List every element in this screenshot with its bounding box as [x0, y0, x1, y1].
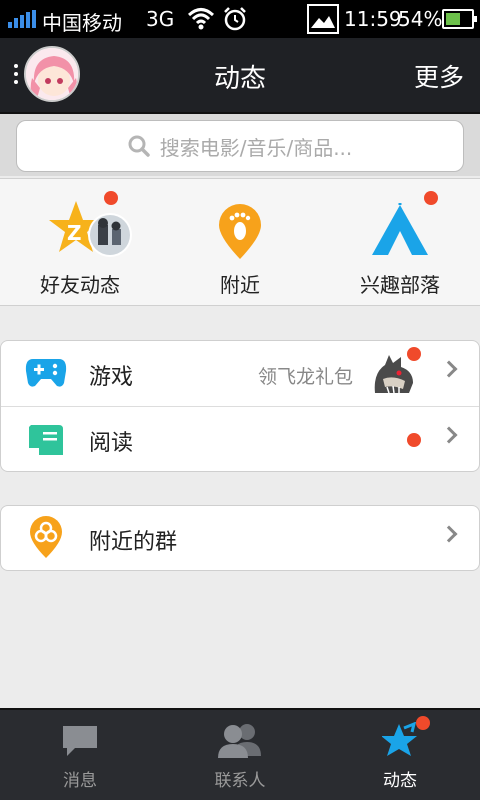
list-group-discover: 游戏 领飞龙礼包 阅读 — [0, 340, 480, 472]
more-button[interactable]: 更多 — [414, 58, 464, 94]
tab-feed[interactable]: 动态 — [320, 710, 480, 800]
gamepad-icon — [25, 359, 67, 387]
list-item-label: 游戏 — [89, 365, 134, 390]
battery-icon — [442, 9, 477, 29]
star-tab-icon — [382, 722, 417, 756]
network-type: 3G — [146, 7, 175, 31]
alarm-icon — [224, 7, 246, 31]
tab-messages[interactable]: 消息 — [0, 710, 160, 800]
quick-action-label: 附近 — [220, 273, 260, 297]
chat-bubble-icon — [63, 726, 97, 756]
game-promo-text: 领飞龙礼包 — [257, 366, 353, 388]
list-item-label: 阅读 — [89, 431, 134, 456]
list-item-games[interactable]: 游戏 领飞龙礼包 — [1, 341, 479, 405]
quick-action-label: 兴趣部落 — [360, 273, 440, 297]
chevron-right-icon — [440, 360, 458, 378]
status-bar: 中国移动 3G 11:59 54% — [0, 0, 480, 38]
search-placeholder: 搜索电影/音乐/商品... — [159, 135, 353, 160]
svg-text:Z: Z — [67, 221, 82, 245]
quick-action-nearby[interactable]: 附近 — [160, 179, 320, 307]
carrier-name: 中国移动 — [42, 11, 122, 35]
image-notification-icon — [307, 4, 339, 34]
badge-dot — [104, 191, 118, 205]
qzone-star-icon: Z — [49, 201, 132, 257]
tab-label: 动态 — [383, 771, 417, 791]
badge-dot — [424, 191, 438, 205]
tab-label: 消息 — [63, 771, 97, 791]
search-icon — [128, 135, 150, 157]
list-item-label: 附近的群 — [89, 530, 178, 555]
list-item-nearby-groups[interactable]: 附近的群 — [1, 506, 479, 570]
quick-actions: Z 好友动态 附近 兴趣部落 — [0, 178, 480, 306]
group-pin-icon — [30, 516, 62, 558]
tab-label: 联系人 — [214, 771, 266, 791]
badge-dot — [416, 716, 430, 730]
badge-dot — [407, 347, 421, 361]
chevron-right-icon — [440, 426, 458, 444]
tab-contacts[interactable]: 联系人 — [160, 710, 320, 800]
battery-percent: 54% — [398, 7, 443, 31]
wifi-icon — [187, 8, 215, 30]
clock-time: 11:59 — [344, 7, 402, 31]
tent-icon — [372, 203, 428, 255]
search-input[interactable]: 搜索电影/音乐/商品... — [16, 120, 464, 172]
bottom-tab-bar: 消息 联系人 动态 — [0, 708, 480, 800]
chevron-right-icon — [440, 525, 458, 543]
footprint-pin-icon — [219, 204, 261, 259]
book-icon — [29, 425, 63, 455]
app-header: 动态 更多 — [0, 38, 480, 114]
badge-dot — [407, 433, 421, 447]
list-item-reading[interactable]: 阅读 — [1, 407, 479, 471]
list-group-nearby: 附近的群 — [0, 505, 480, 571]
quick-action-label: 好友动态 — [40, 273, 120, 297]
signal-icon — [8, 10, 36, 28]
contacts-icon — [218, 724, 261, 758]
quick-action-interest-tribe[interactable]: 兴趣部落 — [320, 179, 480, 307]
quick-action-friends-feed[interactable]: Z 好友动态 — [0, 179, 160, 307]
search-bar-container: 搜索电影/音乐/商品... — [0, 114, 480, 176]
page-title: 动态 — [213, 64, 266, 94]
